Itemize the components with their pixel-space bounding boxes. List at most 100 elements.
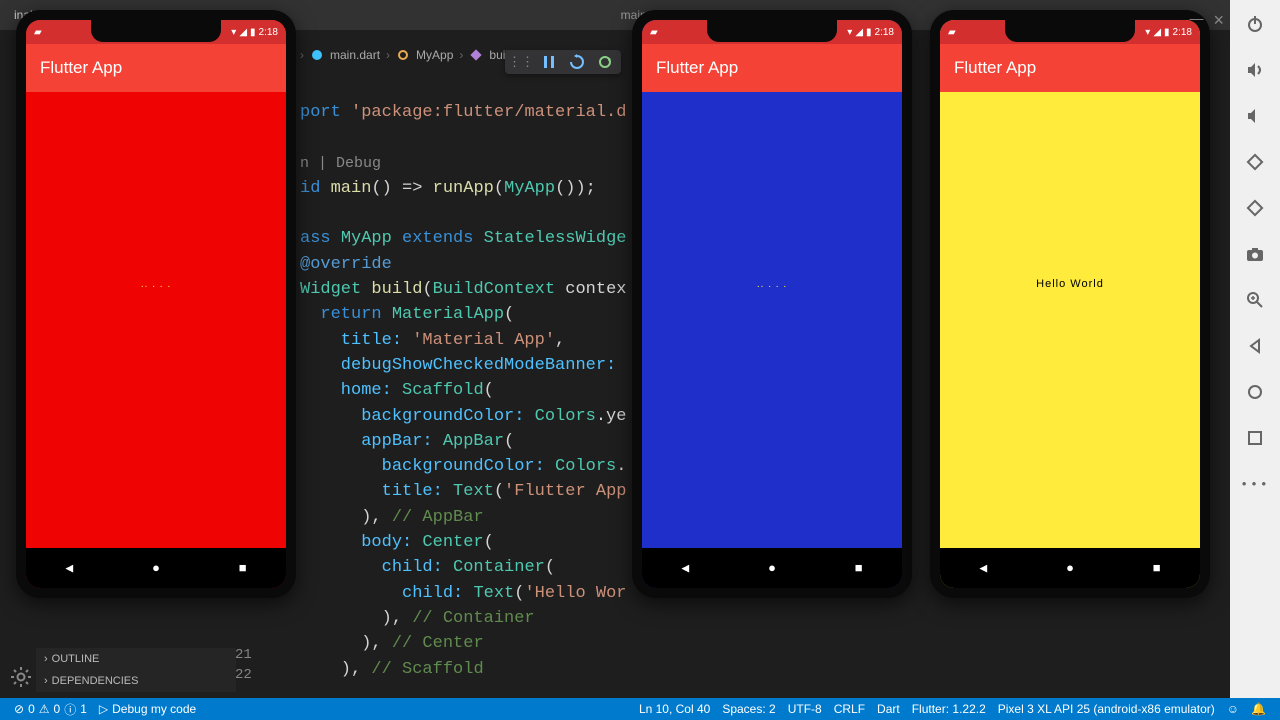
back-button-icon[interactable]: ◀ <box>681 561 689 576</box>
warning-count: 0 <box>54 702 61 716</box>
notifications-icon[interactable]: 🔔 <box>1251 702 1266 716</box>
nav-overview-icon[interactable] <box>1241 424 1269 452</box>
nav-home-icon[interactable] <box>1241 378 1269 406</box>
code-token: .ye <box>596 407 627 426</box>
status-time: 2:18 <box>259 27 278 38</box>
info-icon: ⓘ <box>64 701 76 718</box>
drag-handle-icon[interactable]: ⋮⋮ <box>513 54 529 70</box>
status-flutter[interactable]: Flutter: 1.22.2 <box>912 702 986 716</box>
back-button-icon[interactable]: ◀ <box>65 561 73 576</box>
dart-file-icon <box>310 48 324 62</box>
status-debug[interactable]: ▷ Debug my code <box>99 702 196 716</box>
debug-banner-icon: ▰ <box>34 27 42 38</box>
volume-up-icon[interactable] <box>1241 56 1269 84</box>
flutter-appbar: Flutter App <box>26 44 286 92</box>
body-center-text: .. . . . <box>141 279 171 290</box>
breadcrumb-file[interactable]: main.dart <box>330 48 380 62</box>
warning-icon: ⚠ <box>39 702 50 716</box>
debug-config-label: Debug my code <box>112 702 196 716</box>
home-button-icon[interactable]: ● <box>152 561 160 576</box>
status-bar: ⊘0 ⚠0 ⓘ1 ▷ Debug my code Ln 10, Col 40 S… <box>0 698 1280 720</box>
nav-back-icon[interactable] <box>1241 332 1269 360</box>
status-encoding[interactable]: UTF-8 <box>788 702 822 716</box>
emulator-toolbar: ••• <box>1230 0 1280 720</box>
code-token: main <box>331 179 372 198</box>
debug-icon: ▷ <box>99 702 108 716</box>
home-button-icon[interactable]: ● <box>1066 561 1074 576</box>
appbar-title: Flutter App <box>40 58 122 78</box>
pause-icon[interactable] <box>541 54 557 70</box>
code-token: Colors <box>535 407 596 426</box>
restart-icon[interactable] <box>597 54 613 70</box>
dependencies-panel-header[interactable]: › DEPENDENCIES <box>36 670 236 692</box>
hot-reload-icon[interactable] <box>569 54 585 70</box>
code-token: , <box>555 331 565 350</box>
phone-notch <box>1005 20 1135 42</box>
chevron-right-icon: › <box>459 48 463 62</box>
recents-button-icon[interactable]: ■ <box>855 561 863 576</box>
codelens-run-debug[interactable]: n | Debug <box>300 155 381 172</box>
emulator-phone-red: ▰ ▾ ◢ ▮ 2:18 Flutter App .. . . . ◀ ● ■ <box>16 10 296 598</box>
code-token: debugShowCheckedModeBanner: <box>300 356 616 375</box>
zoom-icon[interactable] <box>1241 286 1269 314</box>
more-icon[interactable]: ••• <box>1241 470 1269 498</box>
code-token: MyApp <box>341 229 392 248</box>
recents-button-icon[interactable]: ■ <box>239 561 247 576</box>
breadcrumb: › main.dart › MyApp › build <box>300 48 515 62</box>
code-token: ( <box>504 305 514 324</box>
code-token: Center <box>422 533 483 552</box>
signal-icon: ◢ <box>239 27 247 38</box>
camera-icon[interactable] <box>1241 240 1269 268</box>
volume-down-icon[interactable] <box>1241 102 1269 130</box>
code-token: runApp <box>433 179 494 198</box>
android-navbar: ◀ ● ■ <box>940 548 1200 588</box>
code-token: // Scaffold <box>371 660 483 679</box>
flutter-body: .. . . . <box>26 20 286 548</box>
body-center-text: .. . . . <box>757 279 787 290</box>
breadcrumb-class[interactable]: MyApp <box>416 48 453 62</box>
line-numbers: 21 22 <box>235 645 252 685</box>
home-button-icon[interactable]: ● <box>768 561 776 576</box>
status-time: 2:18 <box>1173 27 1192 38</box>
signal-icon: ◢ <box>855 27 863 38</box>
status-device[interactable]: Pixel 3 XL API 25 (android-x86 emulator) <box>998 702 1215 716</box>
outline-panel-header[interactable]: › OUTLINE <box>36 648 236 670</box>
code-token: title: <box>300 482 453 501</box>
code-token: contex <box>555 280 626 299</box>
close-button[interactable]: × <box>1213 10 1224 31</box>
code-token: // Container <box>412 609 534 628</box>
back-button-icon[interactable]: ◀ <box>979 561 987 576</box>
info-count: 1 <box>80 702 87 716</box>
phone-notch <box>707 20 837 42</box>
code-token: port <box>300 103 351 122</box>
battery-icon: ▮ <box>866 27 872 38</box>
code-token: extends <box>392 229 484 248</box>
code-token: ass <box>300 229 341 248</box>
code-token: // AppBar <box>392 508 484 527</box>
code-token: () => <box>371 179 432 198</box>
code-token: BuildContext <box>433 280 555 299</box>
power-icon[interactable] <box>1241 10 1269 38</box>
settings-gear-icon[interactable] <box>10 666 32 688</box>
status-eol[interactable]: CRLF <box>834 702 865 716</box>
android-navbar: ◀ ● ■ <box>26 548 286 588</box>
code-token: ), <box>300 508 392 527</box>
code-token: Container <box>453 558 545 577</box>
status-problems[interactable]: ⊘0 ⚠0 ⓘ1 <box>14 701 87 718</box>
code-token: backgroundColor: <box>300 407 535 426</box>
dependencies-label: DEPENDENCIES <box>52 675 139 687</box>
recents-button-icon[interactable]: ■ <box>1153 561 1161 576</box>
flutter-appbar: Flutter App <box>642 44 902 92</box>
line-number: 22 <box>235 665 252 685</box>
appbar-title: Flutter App <box>954 58 1036 78</box>
status-spaces[interactable]: Spaces: 2 <box>722 702 775 716</box>
status-line-col[interactable]: Ln 10, Col 40 <box>639 702 710 716</box>
debug-toolbar[interactable]: ⋮⋮ <box>505 50 621 74</box>
status-language[interactable]: Dart <box>877 702 900 716</box>
chevron-right-icon: › <box>44 653 48 665</box>
rotate-right-icon[interactable] <box>1241 194 1269 222</box>
rotate-left-icon[interactable] <box>1241 148 1269 176</box>
code-token: Widget <box>300 280 361 299</box>
chevron-right-icon: › <box>44 675 48 687</box>
feedback-icon[interactable]: ☺ <box>1227 702 1239 716</box>
